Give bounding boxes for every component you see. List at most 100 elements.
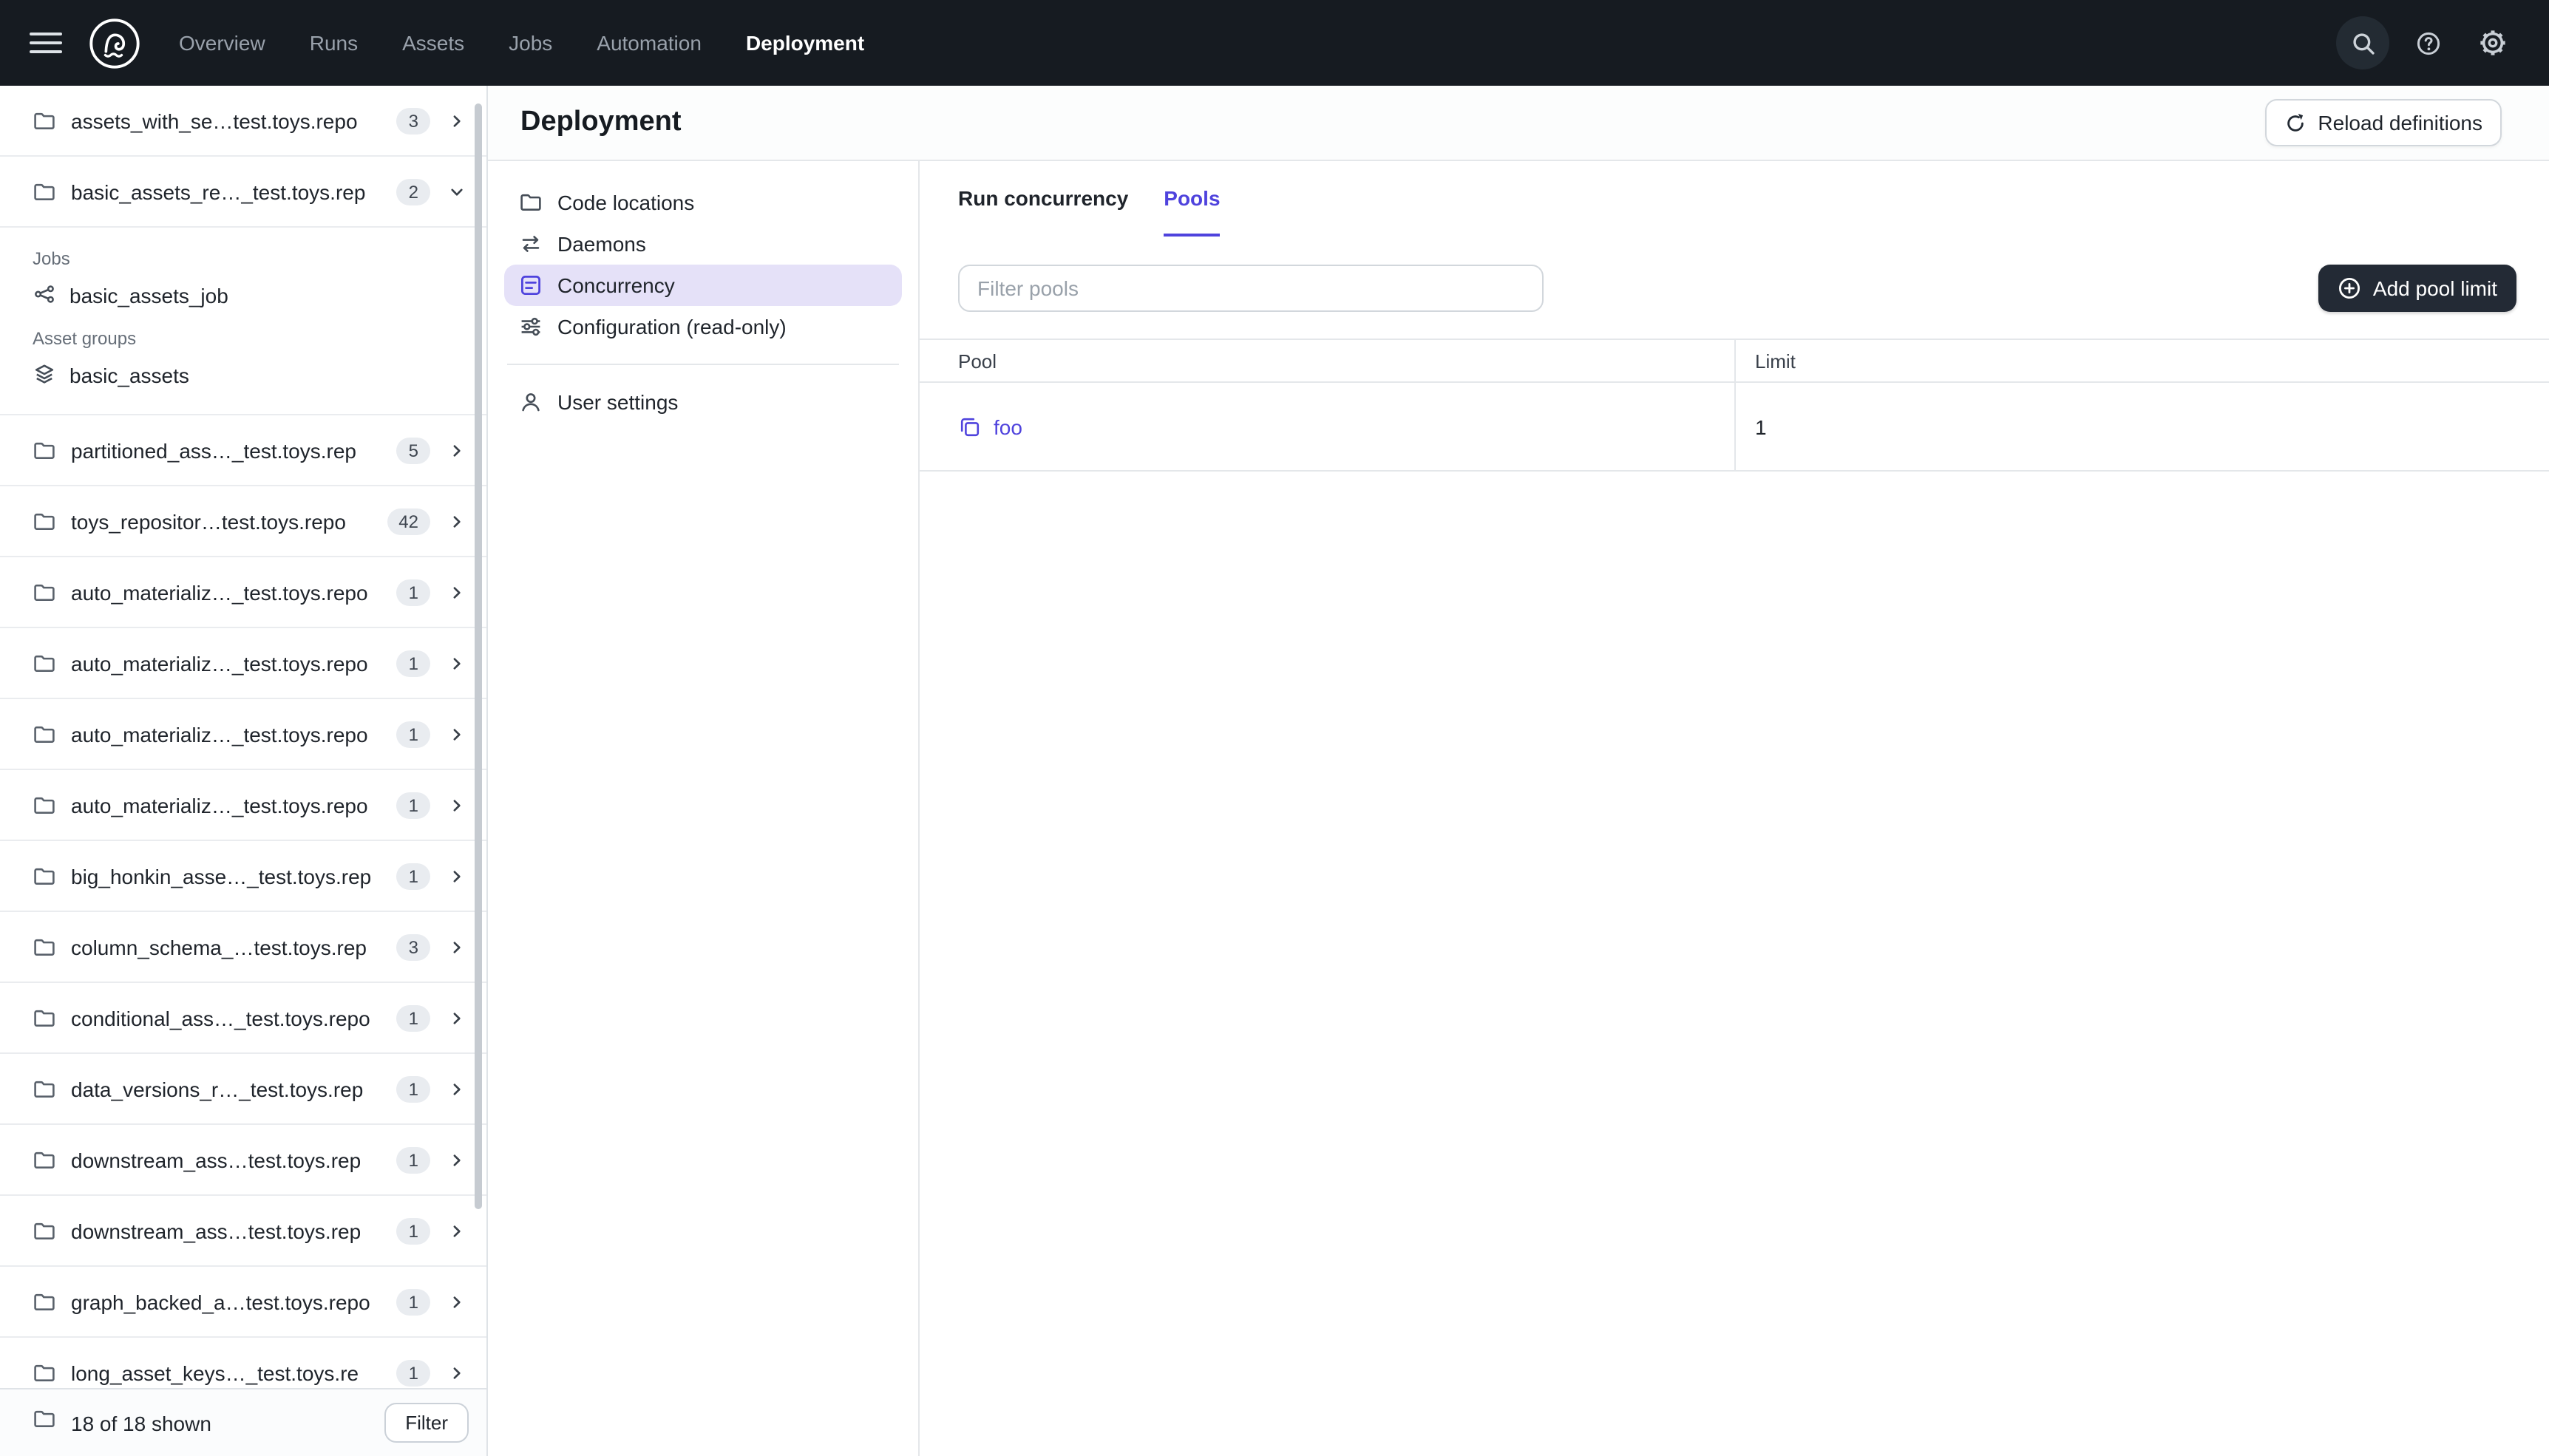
chevron-right-icon[interactable] xyxy=(445,1291,469,1312)
chevron-right-icon[interactable] xyxy=(445,582,469,602)
topnav-icons xyxy=(2336,16,2519,69)
asset-group-link[interactable]: basic_assets xyxy=(0,355,486,396)
settings-gear-icon[interactable] xyxy=(2466,16,2519,69)
chevron-right-icon[interactable] xyxy=(445,1007,469,1028)
folder-icon xyxy=(519,191,543,214)
chevron-right-icon[interactable] xyxy=(445,1220,469,1241)
add-pool-limit-label: Add pool limit xyxy=(2372,276,2497,300)
code-location-name: assets_with_se…test.toys.repo xyxy=(71,109,358,132)
code-location-row[interactable]: big_honkin_asse…_test.toys.rep 1 xyxy=(0,841,486,912)
search-icon[interactable] xyxy=(2336,16,2389,69)
code-location-row-expanded[interactable]: basic_assets_re…_test.toys.rep 2 xyxy=(0,157,486,228)
config-sliders-icon xyxy=(519,315,543,339)
nav-item-configuration[interactable]: Configuration (read-only) xyxy=(504,306,902,347)
chevron-right-icon[interactable] xyxy=(445,795,469,815)
filter-pools-input[interactable] xyxy=(958,265,1544,312)
chevron-right-icon[interactable] xyxy=(445,511,469,531)
code-location-name: downstream_ass…test.toys.rep xyxy=(71,1148,362,1171)
job-link[interactable]: basic_assets_job xyxy=(0,275,486,316)
dagster-logo[interactable] xyxy=(89,17,140,69)
count-badge: 1 xyxy=(396,579,430,605)
nav-item-user-settings[interactable]: User settings xyxy=(504,381,902,423)
folder-icon xyxy=(33,438,56,462)
code-location-row[interactable]: auto_materializ…_test.toys.repo 1 xyxy=(0,628,486,699)
count-badge: 3 xyxy=(396,107,430,134)
code-location-row[interactable]: conditional_ass…_test.toys.repo 1 xyxy=(0,983,486,1054)
folder-icon xyxy=(33,1148,56,1171)
nav-item-code-locations[interactable]: Code locations xyxy=(504,182,902,223)
code-location-row[interactable]: downstream_ass…test.toys.rep 1 xyxy=(0,1125,486,1196)
code-location-row[interactable]: column_schema_…test.toys.rep 3 xyxy=(0,912,486,983)
plus-circle-icon xyxy=(2338,276,2361,300)
nav-item[interactable]: Automation xyxy=(597,31,702,55)
chevron-right-icon[interactable] xyxy=(445,1362,469,1383)
nav-item[interactable]: Jobs xyxy=(509,31,552,55)
code-location-name: long_asset_keys…_test.toys.re xyxy=(71,1361,359,1384)
folder-icon xyxy=(33,1006,56,1030)
code-location-sidebar: assets_with_se…test.toys.repo 3 basic_as… xyxy=(0,86,488,1456)
folder-icon xyxy=(33,651,56,675)
chevron-right-icon[interactable] xyxy=(445,1078,469,1099)
count-badge: 5 xyxy=(396,437,430,463)
chevron-right-icon[interactable] xyxy=(445,724,469,744)
code-location-row[interactable]: assets_with_se…test.toys.repo 3 xyxy=(0,86,486,157)
sidebar-scrollbar[interactable] xyxy=(475,103,482,1209)
nav-item-daemons[interactable]: Daemons xyxy=(504,223,902,265)
chevron-right-icon[interactable] xyxy=(445,110,469,131)
chevron-right-icon[interactable] xyxy=(445,653,469,673)
folder-icon xyxy=(33,1290,56,1313)
code-location-row[interactable]: downstream_ass…test.toys.rep 1 xyxy=(0,1196,486,1267)
code-location-row[interactable]: data_versions_r…_test.toys.rep 1 xyxy=(0,1054,486,1125)
app-root: Overview Runs Assets Jobs Automation Dep… xyxy=(0,0,2549,1456)
daemons-icon xyxy=(519,232,543,256)
tab-pools[interactable]: Pools xyxy=(1164,161,1221,237)
pool-link[interactable]: foo xyxy=(994,415,1022,438)
chevron-right-icon[interactable] xyxy=(445,1149,469,1170)
reload-definitions-button[interactable]: Reload definitions xyxy=(2264,99,2502,146)
filter-button[interactable]: Filter xyxy=(384,1403,469,1443)
code-location-name: auto_materializ…_test.toys.repo xyxy=(71,722,368,746)
chevron-right-icon[interactable] xyxy=(445,440,469,460)
code-location-row[interactable]: graph_backed_a…test.toys.repo 1 xyxy=(0,1267,486,1338)
code-location-name: auto_materializ…_test.toys.repo xyxy=(71,793,368,817)
job-icon xyxy=(33,282,56,310)
code-location-row[interactable]: auto_materializ…_test.toys.repo 1 xyxy=(0,557,486,628)
code-location-name: column_schema_…test.toys.rep xyxy=(71,935,367,959)
column-header-pool: Pool xyxy=(920,340,1736,381)
count-badge: 1 xyxy=(396,721,430,747)
concurrency-icon xyxy=(519,273,543,297)
nav-item-concurrency[interactable]: Concurrency xyxy=(504,265,902,306)
nav-item-label: Configuration (read-only) xyxy=(557,315,787,339)
concurrency-content: Run concurrency Pools Add pool limit xyxy=(920,161,2549,1456)
code-location-row[interactable]: auto_materializ…_test.toys.repo 1 xyxy=(0,770,486,841)
code-location-row[interactable]: partitioned_ass…_test.toys.rep 5 xyxy=(0,415,486,486)
code-location-row[interactable]: auto_materializ…_test.toys.repo 1 xyxy=(0,699,486,770)
jobs-section-label: Jobs xyxy=(33,248,70,269)
folder-icon xyxy=(33,793,56,817)
nav-item[interactable]: Deployment xyxy=(746,31,864,55)
primary-nav: Overview Runs Assets Jobs Automation Dep… xyxy=(179,31,864,55)
count-badge: 1 xyxy=(396,792,430,818)
shown-count-text: 18 of 18 shown xyxy=(71,1411,211,1435)
tab-run-concurrency[interactable]: Run concurrency xyxy=(958,161,1128,237)
chevron-right-icon[interactable] xyxy=(445,936,469,957)
chevron-right-icon[interactable] xyxy=(445,865,469,886)
chevron-down-icon[interactable] xyxy=(445,181,469,202)
nav-item-label: Daemons xyxy=(557,232,646,256)
count-badge: 1 xyxy=(396,863,430,889)
menu-icon[interactable] xyxy=(30,33,62,53)
folder-icon xyxy=(33,722,56,746)
code-location-row[interactable]: toys_repositor…test.toys.repo 42 xyxy=(0,486,486,557)
page-header: Deployment Reload definitions xyxy=(488,86,2549,161)
help-icon[interactable] xyxy=(2401,16,2454,69)
folder-icon xyxy=(33,109,56,132)
code-location-name: conditional_ass…_test.toys.repo xyxy=(71,1006,370,1030)
nav-item[interactable]: Assets xyxy=(402,31,464,55)
deployment-settings-nav: Code locations Daemons Concurrency Confi… xyxy=(488,161,920,1456)
add-pool-limit-button[interactable]: Add pool limit xyxy=(2318,265,2516,312)
code-location-name: auto_materializ…_test.toys.repo xyxy=(71,651,368,675)
nav-item[interactable]: Runs xyxy=(310,31,358,55)
pool-icon xyxy=(958,415,982,438)
pools-table: Pool Limit foo 1 xyxy=(920,339,2549,472)
nav-item[interactable]: Overview xyxy=(179,31,265,55)
